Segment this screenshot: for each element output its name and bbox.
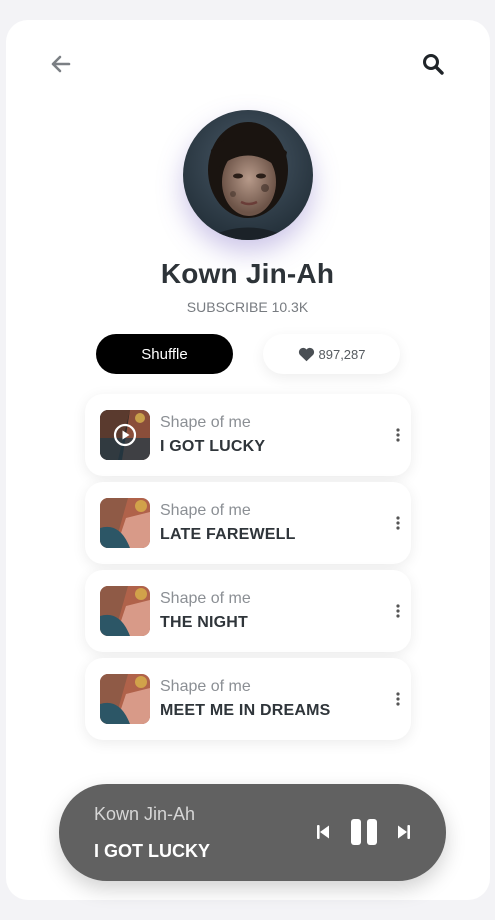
track-title: THE NIGHT <box>160 614 249 631</box>
more-options-button[interactable] <box>391 510 405 536</box>
subscriber-count: SUBSCRIBE 10.3K <box>186 299 309 315</box>
track-subtitle: Shape of me <box>160 590 251 607</box>
heart-icon <box>298 347 314 361</box>
track-item[interactable]: Shape of me I GOT LUCKY <box>85 394 411 476</box>
track-item[interactable]: Shape of me LATE FAREWELL <box>85 482 411 564</box>
previous-button[interactable] <box>315 822 331 842</box>
more-vertical-icon <box>396 516 400 530</box>
search-icon <box>423 54 444 75</box>
track-subtitle: Shape of me <box>160 678 251 695</box>
more-options-button[interactable] <box>391 598 405 624</box>
mini-player[interactable]: Kown Jin-Ah I GOT LUCKY <box>59 784 446 881</box>
player-title: I GOT LUCKY <box>94 841 210 861</box>
more-vertical-icon <box>396 692 400 706</box>
pause-button[interactable] <box>349 817 379 847</box>
track-list: Shape of me I GOT LUCKY Shape of me LATE… <box>85 394 411 746</box>
more-options-button[interactable] <box>391 422 405 448</box>
play-icon <box>100 410 150 460</box>
track-title: MEET ME IN DREAMS <box>160 702 331 719</box>
track-subtitle: Shape of me <box>160 502 251 519</box>
track-item[interactable]: Shape of me MEET ME IN DREAMS <box>85 658 411 740</box>
skip-next-icon <box>398 825 410 839</box>
search-button[interactable] <box>419 50 447 78</box>
back-button[interactable] <box>47 50 75 78</box>
track-title: I GOT LUCKY <box>160 438 266 455</box>
like-button[interactable]: 897,287 <box>263 334 400 374</box>
track-item[interactable]: Shape of me THE NIGHT <box>85 570 411 652</box>
pause-icon <box>351 819 377 845</box>
more-options-button[interactable] <box>391 686 405 712</box>
track-thumbnail <box>100 586 150 636</box>
track-subtitle: Shape of me <box>160 414 251 431</box>
track-thumbnail <box>100 410 150 460</box>
more-vertical-icon <box>396 604 400 618</box>
arrow-left-icon <box>51 55 71 73</box>
likes-count: 897,287 <box>318 346 366 362</box>
artist-avatar <box>183 110 313 240</box>
track-thumbnail <box>100 674 150 724</box>
track-title: LATE FAREWELL <box>160 526 296 543</box>
skip-previous-icon <box>317 825 329 839</box>
next-button[interactable] <box>396 822 412 842</box>
more-vertical-icon <box>396 428 400 442</box>
player-artist: Kown Jin-Ah <box>94 804 196 824</box>
track-thumbnail <box>100 498 150 548</box>
shuffle-button[interactable]: Shuffle <box>96 334 233 374</box>
artist-name: Kown Jin-Ah <box>160 258 335 289</box>
